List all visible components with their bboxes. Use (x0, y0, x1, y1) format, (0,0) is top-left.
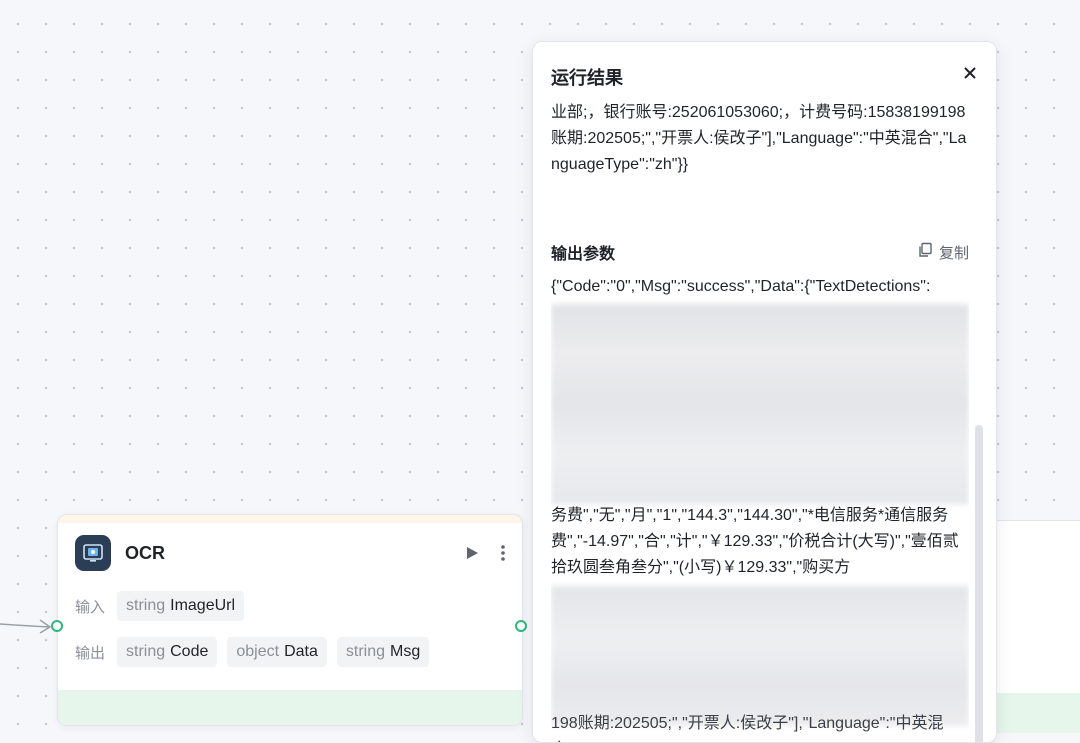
next-node-card[interactable] (990, 520, 1080, 733)
output-json-tail: 198账期:202505;","开票人:侯改子"],"Language":"中英… (551, 715, 944, 742)
output-port[interactable] (515, 620, 527, 632)
output-label: 输出 (75, 644, 106, 662)
input-row: 输入 string ImageUrl (75, 591, 254, 621)
close-icon[interactable] (964, 66, 976, 84)
input-params-text: 业部;，银行账号:252061053060;，计费号码:15838199198账… (551, 104, 967, 173)
output-json-text: 务费","无","月","1","144.3","144.30","*电信服务*… (551, 507, 959, 576)
panel-body: 业部;，银行账号:252061053060;，计费号码:15838199198账… (551, 100, 969, 742)
panel-scrollbar[interactable] (975, 425, 983, 742)
panel-title: 运行结果 (551, 68, 623, 88)
node-status-footer (58, 690, 522, 725)
input-param-chip[interactable]: string ImageUrl (117, 591, 245, 621)
node-top-accent (58, 515, 522, 523)
redacted-blur-region (551, 586, 969, 726)
run-result-panel: 运行结果 业部;，银行账号:252061053060;，计费号码:1583819… (532, 41, 997, 743)
output-section-header: 输出参数 复制 (551, 240, 969, 264)
output-param-chip[interactable]: string Msg (336, 637, 430, 667)
output-row: 输出 string Code object Data string Msg (75, 637, 439, 667)
copy-button[interactable]: 复制 (917, 242, 969, 263)
input-label: 输入 (75, 598, 106, 616)
next-node-footer (991, 693, 1080, 733)
play-icon[interactable] (464, 545, 480, 561)
output-param-chip[interactable]: string Code (117, 637, 218, 667)
redacted-blur-region (551, 304, 969, 504)
output-json-first-line: {"Code":"0","Msg":"success","Data":{"Tex… (551, 278, 931, 295)
ocr-app-icon (75, 535, 111, 571)
copy-icon (917, 242, 933, 262)
edge-connector-line (0, 619, 52, 634)
node-title: OCR (125, 542, 165, 563)
output-section-title: 输出参数 (551, 246, 616, 263)
output-param-chip[interactable]: object Data (227, 637, 327, 667)
copy-label: 复制 (938, 244, 969, 262)
input-port[interactable] (51, 620, 63, 632)
more-vertical-icon[interactable] (500, 544, 506, 562)
node-header: OCR (75, 535, 506, 571)
ocr-node-card[interactable]: OCR 输入 string ImageUrl 输出 string Code obje… (57, 514, 523, 726)
